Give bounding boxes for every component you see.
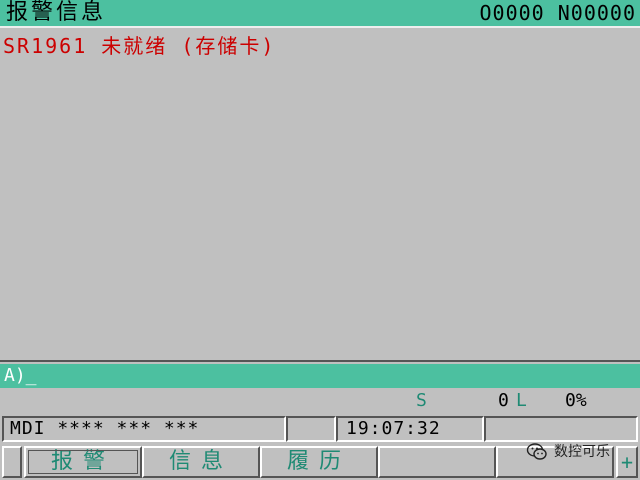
softkey-label: 信息 — [168, 449, 233, 474]
spindle-speed-value: 0 — [498, 390, 509, 411]
softkey-left[interactable] — [2, 446, 22, 478]
status-mode: MDI **** *** *** — [2, 416, 286, 442]
softkey-alarm[interactable]: 报警 — [24, 446, 142, 478]
input-prompt[interactable]: A)_ — [4, 364, 37, 388]
softkey-next-plus[interactable]: + — [616, 446, 638, 478]
watermark-text: 数控可乐 — [554, 444, 610, 460]
softkey-history[interactable]: 履历 — [260, 446, 378, 478]
plus-icon: + — [620, 450, 634, 474]
alarm-display-area — [0, 26, 640, 362]
load-label: L — [516, 390, 527, 411]
softkey-selected-frame — [28, 450, 138, 474]
input-bar[interactable] — [0, 364, 640, 388]
softkey-4[interactable] — [378, 446, 496, 478]
status-time-text: 19:07:32 — [346, 418, 441, 439]
alarm-message: SR1961 未就绪 (存储卡) — [3, 34, 276, 58]
load-value: 0% — [565, 390, 587, 411]
status-time: 19:07:32 — [336, 416, 484, 442]
spindle-speed-label: S — [416, 390, 427, 411]
softkey-message[interactable]: 信息 — [142, 446, 260, 478]
program-number: O0000 N00000 — [479, 1, 636, 25]
status-blank — [484, 416, 638, 442]
wechat-icon — [526, 443, 547, 460]
status-blank — [286, 416, 336, 442]
status-mode-text: MDI **** *** *** — [10, 418, 200, 439]
softkey-label: 履历 — [286, 449, 351, 474]
page-title: 报警信息 — [6, 0, 107, 25]
